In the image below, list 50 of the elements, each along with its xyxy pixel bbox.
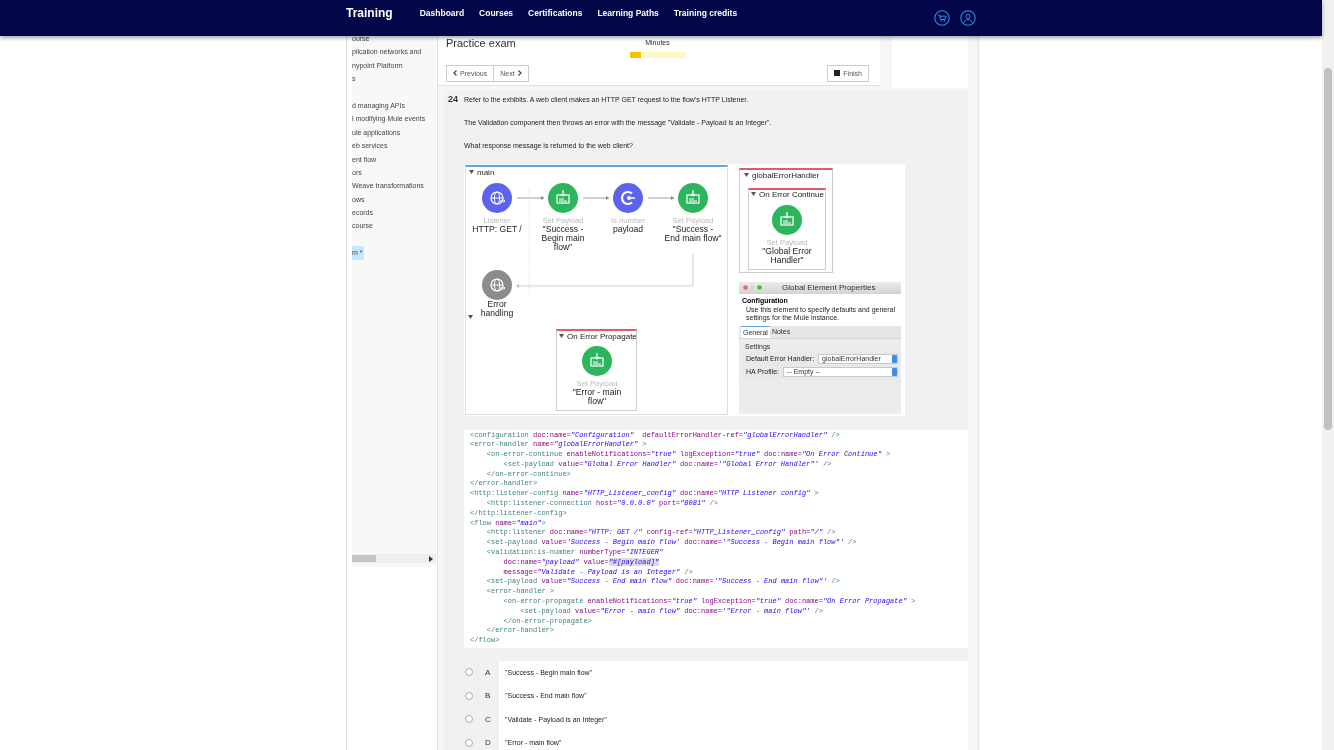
- caret-icon[interactable]: [751, 192, 756, 196]
- node-label: "Success - Begin main flow": [540, 224, 586, 253]
- radio-button[interactable]: [465, 738, 473, 747]
- caret-icon[interactable]: [469, 170, 474, 174]
- option-letter: D: [485, 738, 492, 748]
- stop-icon: [834, 70, 841, 76]
- ring-icon: [613, 182, 643, 213]
- caret-icon[interactable]: [744, 173, 749, 177]
- option-letter: B: [485, 691, 492, 701]
- flow-arrow: [647, 195, 675, 200]
- globe-icon: [482, 269, 512, 300]
- globe-icon: [482, 182, 512, 213]
- nav-link[interactable]: Training credits: [673, 8, 738, 18]
- tray-icon: [678, 182, 708, 213]
- node-label: HTTP: GET /: [471, 224, 523, 234]
- arrow-right-icon[interactable]: [429, 555, 433, 562]
- nav-link[interactable]: Dashboard: [419, 8, 465, 18]
- flow-name: main: [477, 167, 495, 177]
- nav-link[interactable]: Learning Paths: [597, 8, 659, 18]
- handler-title: globalErrorHandler: [752, 170, 820, 180]
- horizontal-scrollbar[interactable]: [352, 554, 436, 563]
- node-label: "Global Error Handler": [761, 246, 813, 266]
- node-label: "Error - main flow": [571, 387, 623, 407]
- scope-title: On Error Continue: [759, 189, 824, 199]
- question-number: 24: [447, 93, 459, 106]
- radio-button[interactable]: [465, 691, 473, 700]
- user-icon[interactable]: [960, 10, 976, 26]
- option-letter: A: [485, 667, 492, 677]
- chevron-right-icon: [517, 70, 522, 76]
- chevron-left-icon: [453, 70, 457, 76]
- option-letter: C: [485, 714, 492, 724]
- cart-icon[interactable]: [934, 10, 950, 26]
- nav-link[interactable]: Certifications: [528, 8, 583, 18]
- page-title: Practice exam: [446, 37, 517, 49]
- nav-link[interactable]: Courses: [479, 8, 514, 18]
- flow-arrow: [516, 195, 545, 200]
- flow-arrow: [582, 195, 610, 200]
- radio-button[interactable]: [465, 715, 473, 724]
- tray-icon: [772, 204, 802, 235]
- tray-icon: [548, 182, 578, 213]
- radio-button[interactable]: [465, 668, 473, 677]
- caret-icon[interactable]: [468, 314, 473, 319]
- window-title: Global Element Properties: [782, 283, 876, 292]
- node-label: payload: [611, 224, 645, 234]
- caret-icon[interactable]: [559, 334, 564, 338]
- node-label: Error handling: [479, 299, 515, 319]
- scope-title: On Error Propagate: [567, 331, 637, 341]
- tray-icon: [582, 345, 612, 376]
- brand-name[interactable]: Training: [346, 6, 393, 20]
- node-label: "Success - End main flow": [664, 224, 722, 244]
